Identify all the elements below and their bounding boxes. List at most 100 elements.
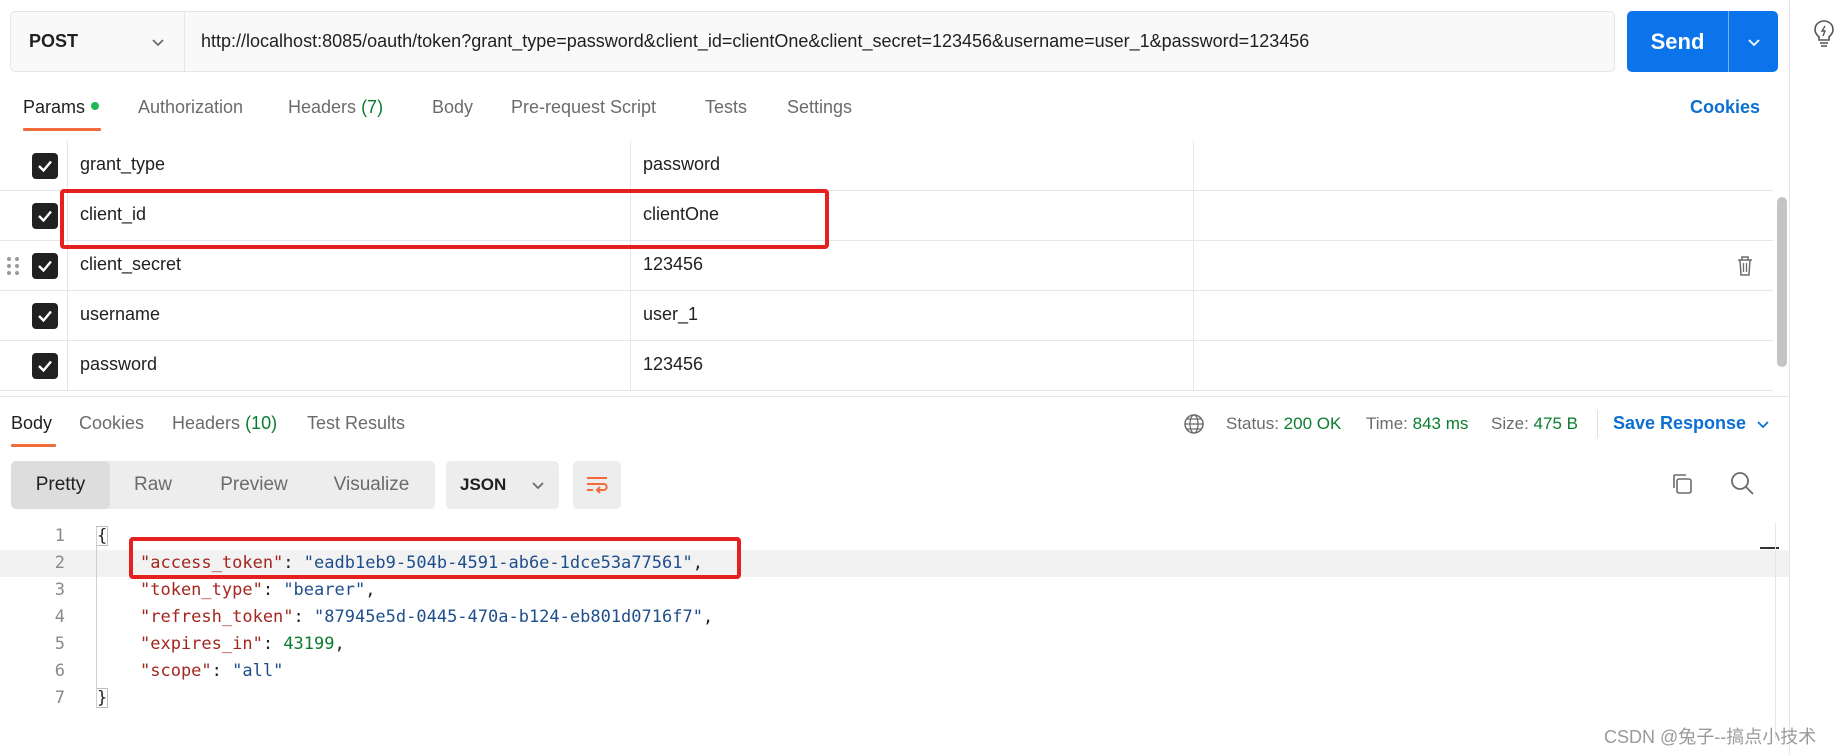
param-value[interactable]: 123456: [643, 254, 703, 275]
time-value: 843 ms: [1412, 414, 1469, 433]
param-checkbox[interactable]: [32, 303, 58, 329]
json-value: "87945e5d-0445-470a-b124-eb801d0716f7": [314, 607, 703, 627]
url-input[interactable]: http://localhost:8085/oauth/token?grant_…: [185, 12, 1614, 71]
time-indicator[interactable]: Time: 843 ms: [1366, 414, 1468, 434]
param-key[interactable]: client_secret: [80, 254, 181, 275]
chevron-down-icon: [1757, 420, 1769, 428]
param-checkbox[interactable]: [32, 353, 58, 379]
send-button-group: Send: [1627, 11, 1778, 72]
close-brace: }: [96, 688, 109, 708]
params-active-dot: [91, 102, 100, 110]
active-response-tab-underline: [11, 444, 56, 447]
tab-response-cookies[interactable]: Cookies: [79, 413, 144, 434]
tab-test-results[interactable]: Test Results: [307, 413, 405, 434]
right-sidebar-divider: [1789, 0, 1790, 755]
watermark: CSDN @兔子--搞点小技术: [1604, 727, 1817, 747]
code-text: "refresh_token": "87945e5d-0445-470a-b12…: [140, 607, 714, 627]
size-indicator[interactable]: Size: 475 B: [1491, 414, 1578, 434]
checkbox-checked-icon: [38, 360, 52, 373]
tab-response-headers-count: (10): [245, 413, 278, 433]
line-number: 2: [54, 553, 65, 573]
line-number: 7: [54, 688, 65, 708]
column-divider: [1193, 291, 1194, 341]
column-divider: [1193, 341, 1194, 391]
tab-params-label: Params: [23, 97, 86, 117]
param-key[interactable]: password: [80, 354, 157, 375]
copy-icon[interactable]: [1670, 472, 1694, 496]
column-divider: [630, 341, 631, 391]
code-line: 7 }: [0, 685, 1789, 712]
view-visualize-button[interactable]: Visualize: [312, 461, 431, 509]
chevron-down-icon: [532, 482, 544, 490]
params-scrollbar[interactable]: [1777, 197, 1787, 367]
save-response-button[interactable]: Save Response: [1613, 413, 1770, 434]
json-key: "expires_in": [140, 634, 263, 654]
tab-pre-request-script[interactable]: Pre-request Script: [511, 97, 656, 118]
wrap-lines-icon: [587, 477, 608, 494]
annotation-box-access-token: [129, 537, 741, 579]
param-row: username user_1: [0, 291, 1773, 341]
json-value: 43199: [283, 634, 335, 654]
json-key: "scope": [140, 661, 212, 681]
tab-body[interactable]: Body: [432, 97, 473, 118]
method-select[interactable]: POST: [11, 12, 185, 71]
cookies-link[interactable]: Cookies: [1690, 97, 1760, 118]
status-indicator[interactable]: Status: 200 OK: [1226, 414, 1341, 434]
tab-headers-label: Headers: [288, 97, 357, 117]
request-bar: POST http://localhost:8085/oauth/token?g…: [10, 11, 1615, 72]
size-value: 475 B: [1533, 414, 1578, 433]
globe-icon[interactable]: [1183, 413, 1205, 435]
line-number: 3: [54, 580, 65, 600]
chevron-down-icon: [152, 38, 164, 46]
line-number: 1: [54, 526, 65, 546]
param-checkbox[interactable]: [32, 203, 58, 229]
open-brace: {: [96, 526, 109, 546]
param-key[interactable]: grant_type: [80, 154, 165, 175]
tab-response-headers-label: Headers: [172, 413, 241, 433]
param-value[interactable]: 123456: [643, 354, 703, 375]
view-mode-group: Pretty Raw Preview Visualize: [11, 461, 435, 509]
code-line: 4 "refresh_token": "87945e5d-0445-470a-b…: [0, 604, 1789, 631]
view-pretty-button[interactable]: Pretty: [11, 461, 110, 509]
status-divider: [1597, 410, 1598, 438]
line-number: 4: [54, 607, 65, 627]
view-raw-button[interactable]: Raw: [110, 461, 196, 509]
tab-response-body[interactable]: Body: [11, 413, 52, 434]
json-value: "bearer": [283, 580, 366, 600]
size-label: Size:: [1491, 414, 1529, 433]
code-text: {: [96, 526, 109, 546]
send-options-button[interactable]: [1729, 11, 1778, 72]
param-value[interactable]: user_1: [643, 304, 698, 325]
format-select[interactable]: JSON: [446, 461, 559, 509]
checkbox-checked-icon: [38, 160, 52, 173]
tab-params[interactable]: Params: [23, 97, 100, 118]
param-key[interactable]: username: [80, 304, 160, 325]
param-row: password 123456: [0, 341, 1773, 391]
chevron-down-icon: [1747, 38, 1760, 46]
send-button[interactable]: Send: [1627, 11, 1728, 72]
tab-settings[interactable]: Settings: [787, 97, 852, 118]
checkbox-checked-icon: [38, 260, 52, 273]
search-icon[interactable]: [1729, 470, 1755, 496]
line-number: 5: [54, 634, 65, 654]
drag-handle-icon[interactable]: [6, 255, 20, 277]
param-checkbox[interactable]: [32, 253, 58, 279]
tab-authorization[interactable]: Authorization: [138, 97, 243, 118]
format-label: JSON: [460, 475, 507, 494]
trash-icon[interactable]: [1736, 255, 1754, 277]
view-preview-button[interactable]: Preview: [196, 461, 312, 509]
column-divider: [1193, 191, 1194, 241]
lightbulb-icon[interactable]: [1811, 18, 1837, 48]
column-divider: [1193, 141, 1194, 191]
column-divider: [67, 341, 68, 391]
param-value[interactable]: password: [643, 154, 720, 175]
tab-response-headers[interactable]: Headers (10): [172, 413, 277, 434]
param-checkbox[interactable]: [32, 153, 58, 179]
code-scrollbar-track[interactable]: [1775, 523, 1776, 738]
tab-headers[interactable]: Headers (7): [288, 97, 383, 118]
code-indent-guide: [96, 527, 97, 707]
wrap-lines-button[interactable]: [573, 461, 621, 509]
code-line: 5 "expires_in": 43199,: [0, 631, 1789, 658]
tab-tests[interactable]: Tests: [705, 97, 747, 118]
param-row: grant_type password: [0, 141, 1773, 191]
